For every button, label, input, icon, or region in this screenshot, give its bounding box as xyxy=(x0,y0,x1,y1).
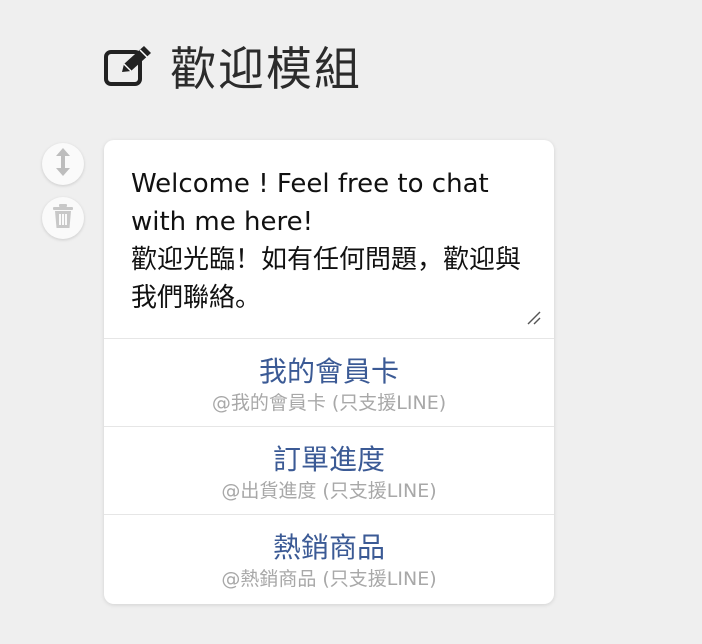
action-keyword: @出貨進度 (只支援LINE) xyxy=(221,480,437,502)
action-order-progress[interactable]: 訂單進度 @出貨進度 (只支援LINE) xyxy=(104,427,554,515)
welcome-message-text[interactable]: Welcome ! Feel free to chat with me here… xyxy=(131,165,521,317)
action-label: 訂單進度 xyxy=(272,443,385,476)
module-header: 歡迎模組 xyxy=(104,36,362,96)
action-keyword: @我的會員卡 (只支援LINE) xyxy=(211,392,447,414)
page: 歡迎模組 Welcome ! Feel free to chat with me… xyxy=(0,0,702,644)
action-keyword: @熱銷商品 (只支援LINE) xyxy=(221,568,437,590)
action-label: 我的會員卡 xyxy=(258,355,399,388)
edit-icon xyxy=(104,44,154,88)
delete-button[interactable] xyxy=(42,197,84,239)
action-member-card[interactable]: 我的會員卡 @我的會員卡 (只支援LINE) xyxy=(104,339,554,427)
welcome-card: Welcome ! Feel free to chat with me here… xyxy=(104,140,554,604)
message-editor[interactable]: Welcome ! Feel free to chat with me here… xyxy=(104,140,554,339)
action-label: 熱銷商品 xyxy=(272,531,385,564)
vertical-resize-icon xyxy=(53,147,73,181)
trash-icon xyxy=(52,203,74,233)
move-button[interactable] xyxy=(42,143,84,185)
resize-handle-icon[interactable] xyxy=(526,310,542,326)
side-buttons xyxy=(42,143,86,251)
page-title: 歡迎模組 xyxy=(170,42,362,96)
action-hot-products[interactable]: 熱銷商品 @熱銷商品 (只支援LINE) xyxy=(104,515,554,603)
